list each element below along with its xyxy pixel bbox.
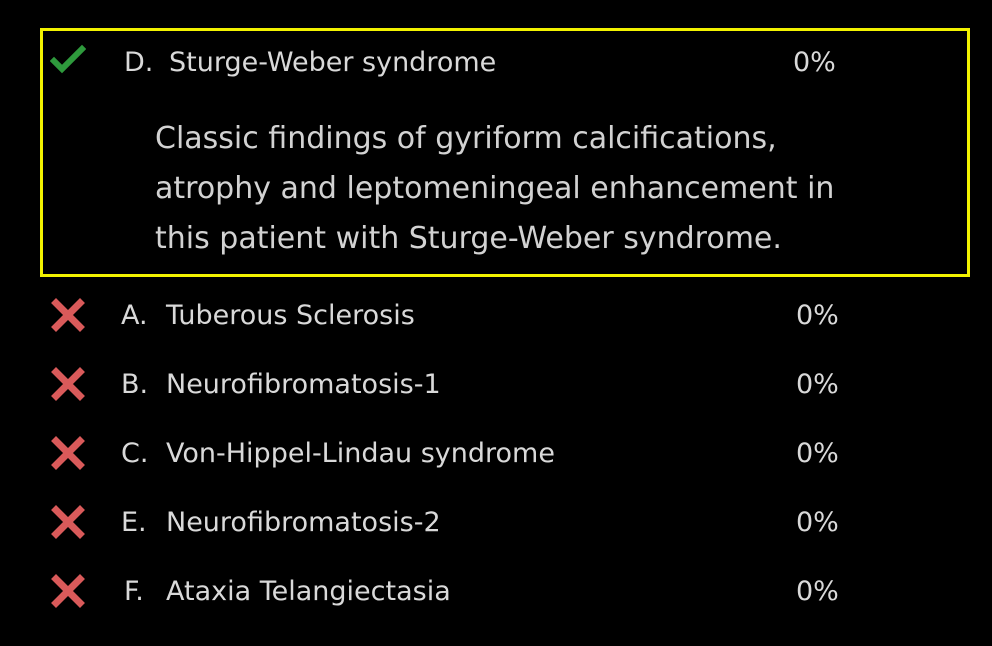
option-row-f[interactable]: F. Ataxia Telangiectasia 0% [0,567,992,617]
option-percent: 0% [796,369,839,400]
option-row-e[interactable]: E. Neurofibromatosis-2 0% [0,498,992,548]
option-percent: 0% [796,438,839,469]
option-text: Sturge-Weber syndrome [169,47,497,78]
option-text: Tuberous Sclerosis [166,300,415,331]
option-percent: 0% [793,47,836,78]
correct-answer-row[interactable]: D. Sturge-Weber syndrome 0% [0,38,992,88]
option-percent: 0% [796,507,839,538]
option-text: Von-Hippel-Lindau syndrome [166,438,555,469]
x-mark-icon [50,297,86,333]
option-letter: B. [121,369,149,400]
option-percent: 0% [796,576,839,607]
option-text: Ataxia Telangiectasia [166,576,451,607]
option-row-c[interactable]: C. Von-Hippel-Lindau syndrome 0% [0,429,992,479]
option-letter: C. [121,438,149,469]
option-text: Neurofibromatosis-1 [166,369,441,400]
option-text: Neurofibromatosis-2 [166,507,441,538]
x-mark-icon [50,435,86,471]
checkmark-icon [50,42,86,78]
option-percent: 0% [796,300,839,331]
option-letter: A. [121,300,148,331]
x-mark-icon [50,573,86,609]
x-mark-icon [50,366,86,402]
x-mark-icon [50,504,86,540]
option-letter: D. [124,47,154,78]
option-letter: E. [121,507,147,538]
option-letter: F. [124,576,144,607]
option-row-b[interactable]: B. Neurofibromatosis-1 0% [0,360,992,410]
answer-results-panel: D. Sturge-Weber syndrome 0% Classic find… [0,0,992,646]
option-row-a[interactable]: A. Tuberous Sclerosis 0% [0,291,992,341]
answer-explanation: Classic findings of gyriform calcificati… [155,121,835,256]
